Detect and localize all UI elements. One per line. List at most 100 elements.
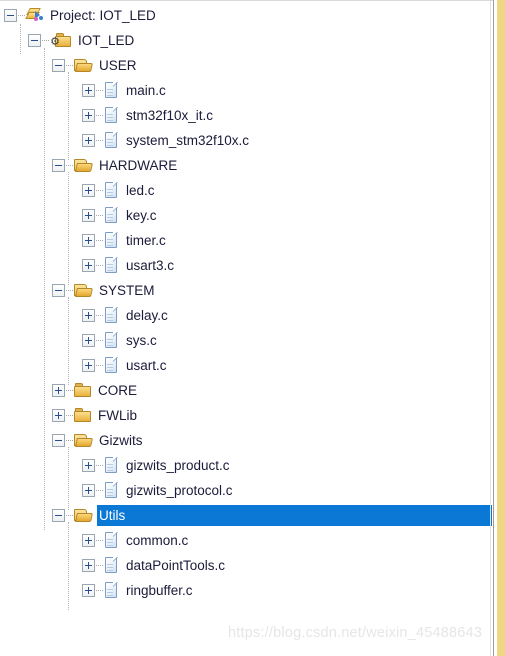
tree-guide-line xyxy=(68,172,69,285)
panel-inner-border xyxy=(490,1,491,656)
expand-plus-icon[interactable] xyxy=(82,109,95,122)
tree-node-label: common.c xyxy=(126,532,189,548)
tree-connector xyxy=(96,140,103,141)
source-file-icon xyxy=(104,207,120,224)
tree-node-led-c[interactable]: led.c xyxy=(0,178,492,203)
tree-node-system-stm32f10x-c[interactable]: system_stm32f10x.c xyxy=(0,128,492,153)
tree-node-delay-c[interactable]: delay.c xyxy=(0,303,492,328)
collapse-minus-icon[interactable] xyxy=(52,159,65,172)
expand-plus-icon[interactable] xyxy=(82,559,95,572)
expand-plus-icon[interactable] xyxy=(82,259,95,272)
tree-node-sys-c[interactable]: sys.c xyxy=(0,328,492,353)
expand-plus-icon[interactable] xyxy=(82,309,95,322)
tree-connector xyxy=(96,590,103,591)
folder-gear-icon: ⚙ xyxy=(50,32,72,49)
tree-guide-line xyxy=(68,447,69,510)
expand-plus-icon[interactable] xyxy=(82,484,95,497)
tree-connector xyxy=(96,365,103,366)
collapse-minus-icon[interactable] xyxy=(52,284,65,297)
tree-node-label: usart3.c xyxy=(126,257,175,273)
tree-connector xyxy=(66,290,73,291)
tree-node-gizwits[interactable]: Gizwits xyxy=(0,428,492,453)
expand-plus-icon[interactable] xyxy=(82,134,95,147)
tree-node-label: gizwits_protocol.c xyxy=(126,482,233,498)
tree-node-label: Utils xyxy=(99,507,126,523)
expand-plus-icon[interactable] xyxy=(82,584,95,597)
tree-node-iot-led[interactable]: ⚙ IOT_LED xyxy=(0,28,492,53)
tree-node-hardware[interactable]: HARDWARE xyxy=(0,153,492,178)
tree-node-core[interactable]: CORE xyxy=(0,378,492,403)
tree-node-gizwits-protocol-c[interactable]: gizwits_protocol.c xyxy=(0,478,492,503)
tree-node-fwlib[interactable]: FWLib xyxy=(0,403,492,428)
tree-node-label: delay.c xyxy=(126,307,168,323)
tree-node-label: USER xyxy=(99,57,137,73)
tree-node-utils[interactable]: Utils xyxy=(0,503,492,528)
tree-node-label: sys.c xyxy=(126,332,157,348)
collapse-minus-icon[interactable] xyxy=(4,9,17,22)
source-file-icon xyxy=(104,182,120,199)
tree-node-system[interactable]: SYSTEM xyxy=(0,278,492,303)
tree-node-gizwits-product-c[interactable]: gizwits_product.c xyxy=(0,453,492,478)
tree-node-label: ringbuffer.c xyxy=(126,582,193,598)
expand-plus-icon[interactable] xyxy=(52,384,65,397)
tree-node-usart-c[interactable]: usart.c xyxy=(0,353,492,378)
tree-node-label: Project: IOT_LED xyxy=(50,7,156,23)
tree-node-timer-c[interactable]: timer.c xyxy=(0,228,492,253)
source-file-icon xyxy=(104,132,120,149)
source-file-icon xyxy=(104,332,120,349)
tree-node-label: stm32f10x_it.c xyxy=(126,107,214,123)
tree-connector xyxy=(66,515,73,516)
expand-plus-icon[interactable] xyxy=(82,184,95,197)
folder-open-icon xyxy=(74,283,93,298)
tree-node-datapointtools-c[interactable]: dataPointTools.c xyxy=(0,553,492,578)
tree-guide-line xyxy=(68,522,69,610)
expand-plus-icon[interactable] xyxy=(52,409,65,422)
tree-node-label: system_stm32f10x.c xyxy=(126,132,250,148)
tree-connector xyxy=(96,240,103,241)
source-file-icon xyxy=(104,307,120,324)
expand-plus-icon[interactable] xyxy=(82,234,95,247)
source-file-icon xyxy=(104,557,120,574)
tree-node-label: CORE xyxy=(98,382,138,398)
tree-guide-line xyxy=(68,297,69,385)
tree-connector xyxy=(66,165,73,166)
tree-node-project-iot-led[interactable]: Project: IOT_LED xyxy=(0,3,492,28)
tree-node-label: Gizwits xyxy=(99,432,143,448)
tree-node-ringbuffer-c[interactable]: ringbuffer.c xyxy=(0,578,492,603)
expand-plus-icon[interactable] xyxy=(82,84,95,97)
tree-node-main-c[interactable]: main.c xyxy=(0,78,492,103)
tree-node-key-c[interactable]: key.c xyxy=(0,203,492,228)
project-tree[interactable]: Project: IOT_LED ⚙ IOT_LED USER main.c stm32f… xyxy=(0,0,492,656)
tree-node-label: key.c xyxy=(126,207,157,223)
tree-connector xyxy=(42,40,49,41)
tree-connector xyxy=(96,490,103,491)
tree-connector xyxy=(96,215,103,216)
tree-node-label: main.c xyxy=(126,82,166,98)
expand-plus-icon[interactable] xyxy=(82,534,95,547)
tree-node-usart3-c[interactable]: usart3.c xyxy=(0,253,492,278)
folder-open-icon xyxy=(74,508,93,523)
collapse-minus-icon[interactable] xyxy=(52,434,65,447)
expand-plus-icon[interactable] xyxy=(82,334,95,347)
expand-plus-icon[interactable] xyxy=(82,459,95,472)
right-edge-strip xyxy=(497,0,505,656)
source-file-icon xyxy=(104,582,120,599)
tree-connector xyxy=(66,390,73,391)
tree-connector xyxy=(96,190,103,191)
tree-node-label: SYSTEM xyxy=(99,282,155,298)
tree-connector xyxy=(96,115,103,116)
folder-icon xyxy=(74,408,92,423)
collapse-minus-icon[interactable] xyxy=(52,59,65,72)
source-file-icon xyxy=(104,457,120,474)
project-explorer-panel: Project: IOT_LED ⚙ IOT_LED USER main.c stm32f… xyxy=(0,0,505,656)
tree-node-stm32f10x-it-c[interactable]: stm32f10x_it.c xyxy=(0,103,492,128)
tree-node-common-c[interactable]: common.c xyxy=(0,528,492,553)
collapse-minus-icon[interactable] xyxy=(28,34,41,47)
tree-node-user[interactable]: USER xyxy=(0,53,492,78)
tree-connector xyxy=(66,65,73,66)
source-file-icon xyxy=(104,107,120,124)
expand-plus-icon[interactable] xyxy=(82,209,95,222)
tree-connector xyxy=(96,90,103,91)
collapse-minus-icon[interactable] xyxy=(52,509,65,522)
expand-plus-icon[interactable] xyxy=(82,359,95,372)
